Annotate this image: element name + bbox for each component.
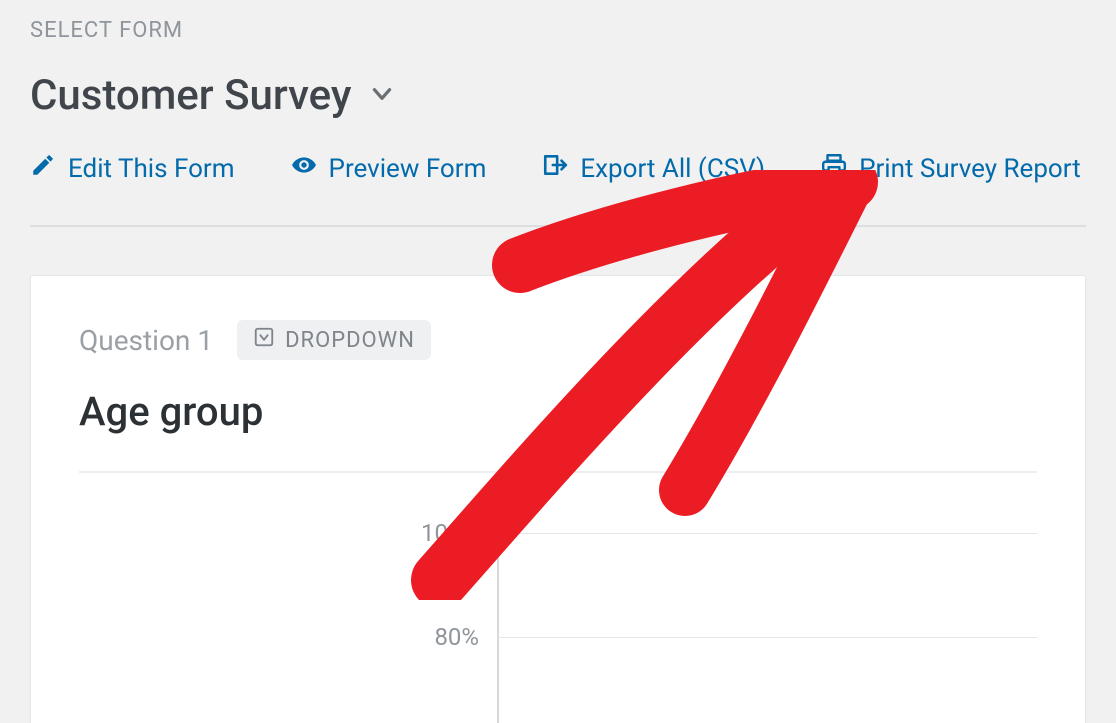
preview-form-label: Preview Form <box>329 154 487 184</box>
pencil-icon <box>30 152 56 185</box>
print-report-link[interactable]: Print Survey Report <box>821 152 1081 185</box>
action-row: Edit This Form Preview Form Export All (… <box>30 152 1086 185</box>
export-csv-link[interactable]: Export All (CSV) <box>542 152 765 185</box>
printer-icon <box>821 152 847 185</box>
print-report-label: Print Survey Report <box>859 154 1081 184</box>
divider <box>30 225 1086 227</box>
question-card: Question 1 DROPDOWN Age group 100% 80 <box>30 275 1086 723</box>
caret-square-down-icon <box>253 326 275 354</box>
chevron-down-icon <box>369 81 395 111</box>
field-type-badge: DROPDOWN <box>237 320 431 360</box>
eye-icon <box>291 152 317 185</box>
form-picker-title: Customer Survey <box>30 71 351 120</box>
chart-tick-100: 100% <box>79 519 479 547</box>
question-number-label: Question 1 <box>79 324 213 357</box>
field-type-badge-label: DROPDOWN <box>285 328 415 353</box>
export-icon <box>542 152 568 185</box>
chart-gridline <box>497 637 1037 638</box>
chart-area: 100% 80% 60% <box>79 519 1037 723</box>
question-title: Age group <box>79 388 1037 435</box>
export-csv-label: Export All (CSV) <box>580 154 765 184</box>
edit-form-link[interactable]: Edit This Form <box>30 152 235 185</box>
preview-form-link[interactable]: Preview Form <box>291 152 487 185</box>
select-form-label: SELECT FORM <box>30 18 1086 43</box>
edit-form-label: Edit This Form <box>68 154 235 184</box>
chart-tick-80: 80% <box>79 623 479 651</box>
card-divider <box>79 471 1037 473</box>
chart-gridline <box>497 533 1037 534</box>
form-picker[interactable]: Customer Survey <box>30 71 395 120</box>
